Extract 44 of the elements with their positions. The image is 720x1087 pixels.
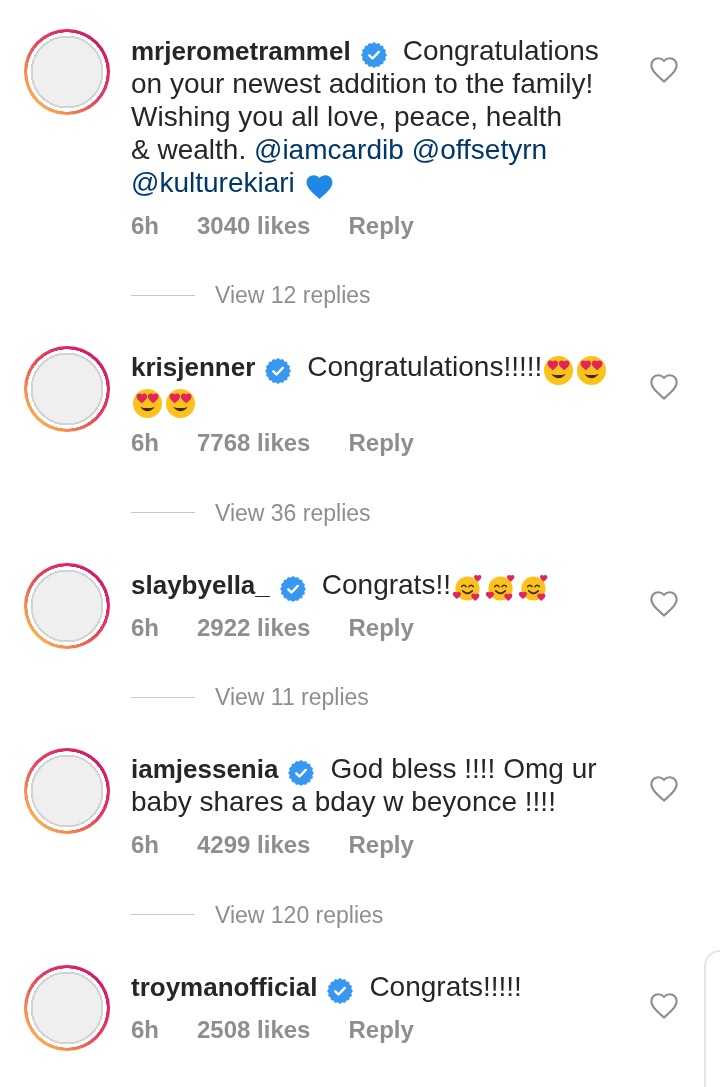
- view-replies-button[interactable]: View 36 replies: [215, 497, 371, 528]
- comment-text: krisjenner Congratulations!!!!!: [131, 350, 629, 416]
- heart-outline-icon[interactable]: [650, 775, 678, 802]
- heart-eyes-emoji-icon: [165, 388, 196, 419]
- mention-link[interactable]: @iamcardib: [253, 132, 404, 166]
- smiling-face-hearts-icon: [484, 572, 516, 604]
- comment-time: 6h: [131, 1014, 159, 1045]
- username-link[interactable]: slaybyella_: [131, 569, 270, 600]
- heart-outline-icon[interactable]: [650, 373, 678, 400]
- comment-text: mrjerometrammel Congratulations on your newest addition to the family! Wishing you all love, peace, health & wealth. @iamcardib @offsetyrn @kulturekiari: [131, 33, 629, 199]
- reply-button[interactable]: Reply: [348, 830, 414, 860]
- reply-button[interactable]: Reply: [348, 428, 414, 458]
- smiling-face-hearts-icon: [451, 572, 483, 604]
- likes-count[interactable]: 2922 likes: [197, 612, 311, 643]
- comment-time: 6h: [131, 210, 159, 241]
- comment-text: iamjessenia God bless !!!! Omg ur baby shares a bday w beyonce !!!!: [131, 752, 598, 818]
- comment-time: 6h: [131, 428, 159, 458]
- view-replies-button[interactable]: View 12 replies: [215, 280, 371, 310]
- heart-outline-icon[interactable]: [650, 57, 678, 83]
- heart-eyes-emoji-icon: [543, 355, 575, 386]
- comment-text: slaybyella_ Congrats!!: [131, 567, 629, 601]
- comment-time: 6h: [131, 830, 159, 860]
- likes-count[interactable]: 3040 likes: [197, 210, 311, 241]
- mention-link[interactable]: @offsetyrn: [411, 132, 548, 166]
- likes-count[interactable]: 7768 likes: [197, 428, 311, 458]
- smiling-face-hearts-icon: [517, 572, 549, 604]
- username-link[interactable]: mrjerometrammel: [131, 35, 351, 66]
- username-link[interactable]: iamjessenia: [131, 754, 279, 784]
- reply-button[interactable]: Reply: [348, 1014, 414, 1045]
- heart-outline-icon[interactable]: [650, 591, 678, 617]
- likes-count[interactable]: 2508 likes: [197, 1014, 311, 1045]
- mention-link[interactable]: @kulturekiari: [131, 165, 295, 199]
- username-link[interactable]: troymanofficial: [131, 971, 318, 1002]
- heart-eyes-emoji-icon: [132, 388, 163, 419]
- heart-eyes-emoji-icon: [576, 355, 608, 386]
- likes-count[interactable]: 4299 likes: [197, 830, 311, 860]
- reply-button[interactable]: Reply: [348, 210, 414, 241]
- heart-outline-icon[interactable]: [650, 993, 678, 1019]
- comment-time: 6h: [131, 612, 159, 643]
- reply-button[interactable]: Reply: [348, 612, 414, 643]
- view-replies-button[interactable]: View 11 replies: [215, 682, 369, 712]
- username-link[interactable]: krisjenner: [131, 352, 256, 382]
- view-replies-button[interactable]: View 120 replies: [215, 899, 384, 930]
- comment-text: troymanofficial Congrats!!!!!: [131, 969, 523, 1003]
